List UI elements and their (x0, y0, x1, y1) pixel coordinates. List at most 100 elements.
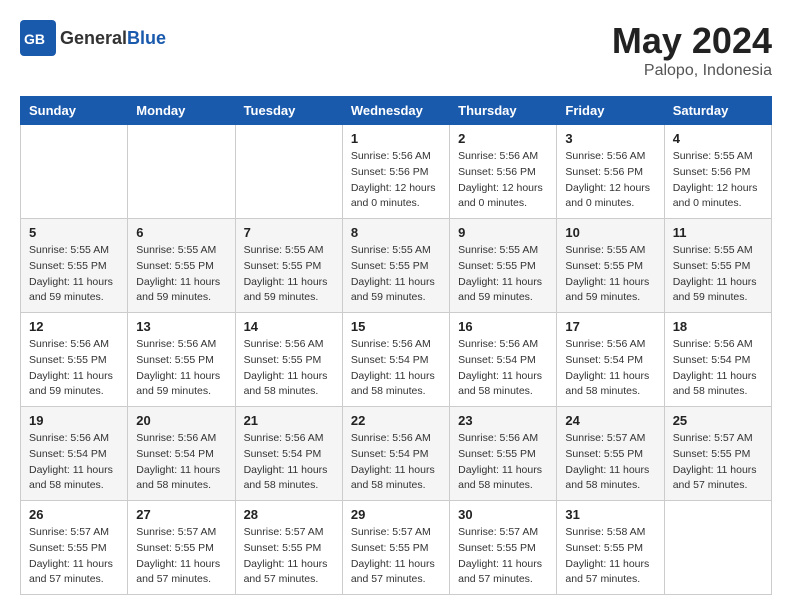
calendar-cell: 28Sunrise: 5:57 AMSunset: 5:55 PMDayligh… (235, 501, 342, 595)
day-number: 5 (29, 225, 119, 240)
day-info: Sunrise: 5:55 AMSunset: 5:55 PMDaylight:… (29, 243, 119, 306)
day-info: Sunrise: 5:55 AMSunset: 5:55 PMDaylight:… (136, 243, 226, 306)
day-info: Sunrise: 5:56 AMSunset: 5:56 PMDaylight:… (351, 149, 441, 212)
calendar-cell: 20 Sunrise: 5:56 AMSunset: 5:54 PMDayligh… (128, 407, 235, 501)
calendar-cell: 29Sunrise: 5:57 AMSunset: 5:55 PMDayligh… (342, 501, 449, 595)
calendar-cell: 19 Sunrise: 5:56 AMSunset: 5:54 PMDayligh… (21, 407, 128, 501)
day-info: Sunrise: 5:57 AMSunset: 5:55 PMDaylight:… (565, 431, 655, 494)
day-number: 31 (565, 507, 655, 522)
calendar-cell: 21 Sunrise: 5:56 AMSunset: 5:54 PMDayligh… (235, 407, 342, 501)
header-day-sunday: Sunday (21, 97, 128, 125)
day-info: Sunrise: 5:55 AMSunset: 5:56 PMDaylight:… (673, 149, 763, 212)
day-info: Sunrise: 5:56 AMSunset: 5:56 PMDaylight:… (458, 149, 548, 212)
day-number: 6 (136, 225, 226, 240)
week-row-3: 19 Sunrise: 5:56 AMSunset: 5:54 PMDayligh… (21, 407, 772, 501)
calendar-cell: 3 Sunrise: 5:56 AMSunset: 5:56 PMDaylight… (557, 125, 664, 219)
day-info: Sunrise: 5:56 AMSunset: 5:54 PMDaylight:… (351, 337, 441, 400)
day-number: 1 (351, 131, 441, 146)
header-day-saturday: Saturday (664, 97, 771, 125)
day-number: 11 (673, 225, 763, 240)
day-number: 15 (351, 319, 441, 334)
logo: GB GeneralBlue (20, 20, 166, 56)
header-day-tuesday: Tuesday (235, 97, 342, 125)
calendar-cell: 9 Sunrise: 5:55 AMSunset: 5:55 PMDaylight… (450, 219, 557, 313)
day-info: Sunrise: 5:55 AMSunset: 5:55 PMDaylight:… (244, 243, 334, 306)
week-row-4: 26 Sunrise: 5:57 AMSunset: 5:55 PMDayligh… (21, 501, 772, 595)
day-info: Sunrise: 5:56 AMSunset: 5:55 PMDaylight:… (136, 337, 226, 400)
calendar-cell (235, 125, 342, 219)
calendar-cell: 14 Sunrise: 5:56 AMSunset: 5:55 PMDayligh… (235, 313, 342, 407)
title-area: May 2024 Palopo, Indonesia (612, 20, 772, 80)
day-info: Sunrise: 5:56 AMSunset: 5:54 PMDaylight:… (136, 431, 226, 494)
day-info: Sunrise: 5:55 AMSunset: 5:55 PMDaylight:… (351, 243, 441, 306)
day-number: 3 (565, 131, 655, 146)
day-info: Sunrise: 5:57 AMSunset: 5:55 PMDaylight:… (673, 431, 763, 494)
day-number: 30 (458, 507, 548, 522)
day-number: 19 (29, 413, 119, 428)
day-info: Sunrise: 5:55 AMSunset: 5:55 PMDaylight:… (458, 243, 548, 306)
day-number: 29 (351, 507, 441, 522)
day-info: Sunrise: 5:56 AMSunset: 5:54 PMDaylight:… (351, 431, 441, 494)
day-info: Sunrise: 5:57 AMSunset: 5:55 PMDaylight:… (136, 525, 226, 588)
day-number: 21 (244, 413, 334, 428)
day-number: 4 (673, 131, 763, 146)
day-info: Sunrise: 5:55 AMSunset: 5:55 PMDaylight:… (565, 243, 655, 306)
calendar-cell: 7 Sunrise: 5:55 AMSunset: 5:55 PMDaylight… (235, 219, 342, 313)
header-day-friday: Friday (557, 97, 664, 125)
week-row-2: 12 Sunrise: 5:56 AMSunset: 5:55 PMDayligh… (21, 313, 772, 407)
calendar-cell: 10Sunrise: 5:55 AMSunset: 5:55 PMDayligh… (557, 219, 664, 313)
day-number: 8 (351, 225, 441, 240)
day-info: Sunrise: 5:57 AMSunset: 5:55 PMDaylight:… (458, 525, 548, 588)
calendar-cell (664, 501, 771, 595)
day-number: 2 (458, 131, 548, 146)
day-info: Sunrise: 5:56 AMSunset: 5:55 PMDaylight:… (458, 431, 548, 494)
page-subtitle: Palopo, Indonesia (612, 62, 772, 80)
day-info: Sunrise: 5:56 AMSunset: 5:55 PMDaylight:… (29, 337, 119, 400)
calendar-cell: 5 Sunrise: 5:55 AMSunset: 5:55 PMDaylight… (21, 219, 128, 313)
calendar-cell (21, 125, 128, 219)
calendar-cell: 16 Sunrise: 5:56 AMSunset: 5:54 PMDayligh… (450, 313, 557, 407)
day-number: 13 (136, 319, 226, 334)
calendar-cell (128, 125, 235, 219)
day-number: 14 (244, 319, 334, 334)
day-info: Sunrise: 5:56 AMSunset: 5:54 PMDaylight:… (29, 431, 119, 494)
day-number: 17 (565, 319, 655, 334)
day-number: 18 (673, 319, 763, 334)
page-title: May 2024 (612, 20, 772, 62)
calendar-cell: 15 Sunrise: 5:56 AMSunset: 5:54 PMDayligh… (342, 313, 449, 407)
day-info: Sunrise: 5:57 AMSunset: 5:55 PMDaylight:… (244, 525, 334, 588)
day-number: 12 (29, 319, 119, 334)
calendar-cell: 26Sunrise: 5:57 AMSunset: 5:55 PMDayligh… (21, 501, 128, 595)
logo-icon: GB (20, 20, 56, 56)
day-number: 16 (458, 319, 548, 334)
calendar-cell: 6 Sunrise: 5:55 AMSunset: 5:55 PMDaylight… (128, 219, 235, 313)
day-number: 22 (351, 413, 441, 428)
calendar-cell: 23Sunrise: 5:56 AMSunset: 5:55 PMDayligh… (450, 407, 557, 501)
day-number: 7 (244, 225, 334, 240)
svg-text:GB: GB (24, 31, 45, 47)
day-info: Sunrise: 5:56 AMSunset: 5:54 PMDaylight:… (244, 431, 334, 494)
day-number: 20 (136, 413, 226, 428)
calendar-cell: 31Sunrise: 5:58 AMSunset: 5:55 PMDayligh… (557, 501, 664, 595)
logo-general: General (60, 28, 127, 48)
week-row-0: 1 Sunrise: 5:56 AMSunset: 5:56 PMDaylight… (21, 125, 772, 219)
day-info: Sunrise: 5:55 AMSunset: 5:55 PMDaylight:… (673, 243, 763, 306)
day-number: 9 (458, 225, 548, 240)
calendar-cell: 22 Sunrise: 5:56 AMSunset: 5:54 PMDayligh… (342, 407, 449, 501)
day-number: 27 (136, 507, 226, 522)
calendar-cell: 25Sunrise: 5:57 AMSunset: 5:55 PMDayligh… (664, 407, 771, 501)
header-day-wednesday: Wednesday (342, 97, 449, 125)
day-info: Sunrise: 5:56 AMSunset: 5:54 PMDaylight:… (458, 337, 548, 400)
calendar-cell: 8 Sunrise: 5:55 AMSunset: 5:55 PMDaylight… (342, 219, 449, 313)
calendar-cell: 1 Sunrise: 5:56 AMSunset: 5:56 PMDaylight… (342, 125, 449, 219)
day-info: Sunrise: 5:56 AMSunset: 5:55 PMDaylight:… (244, 337, 334, 400)
day-number: 26 (29, 507, 119, 522)
logo-blue: Blue (127, 28, 166, 48)
header-day-monday: Monday (128, 97, 235, 125)
calendar-cell: 27 Sunrise: 5:57 AMSunset: 5:55 PMDayligh… (128, 501, 235, 595)
header: GB GeneralBlue May 2024 Palopo, Indonesi… (20, 20, 772, 80)
calendar-cell: 2 Sunrise: 5:56 AMSunset: 5:56 PMDaylight… (450, 125, 557, 219)
day-info: Sunrise: 5:56 AMSunset: 5:56 PMDaylight:… (565, 149, 655, 212)
calendar-cell: 11 Sunrise: 5:55 AMSunset: 5:55 PMDayligh… (664, 219, 771, 313)
week-row-1: 5 Sunrise: 5:55 AMSunset: 5:55 PMDaylight… (21, 219, 772, 313)
